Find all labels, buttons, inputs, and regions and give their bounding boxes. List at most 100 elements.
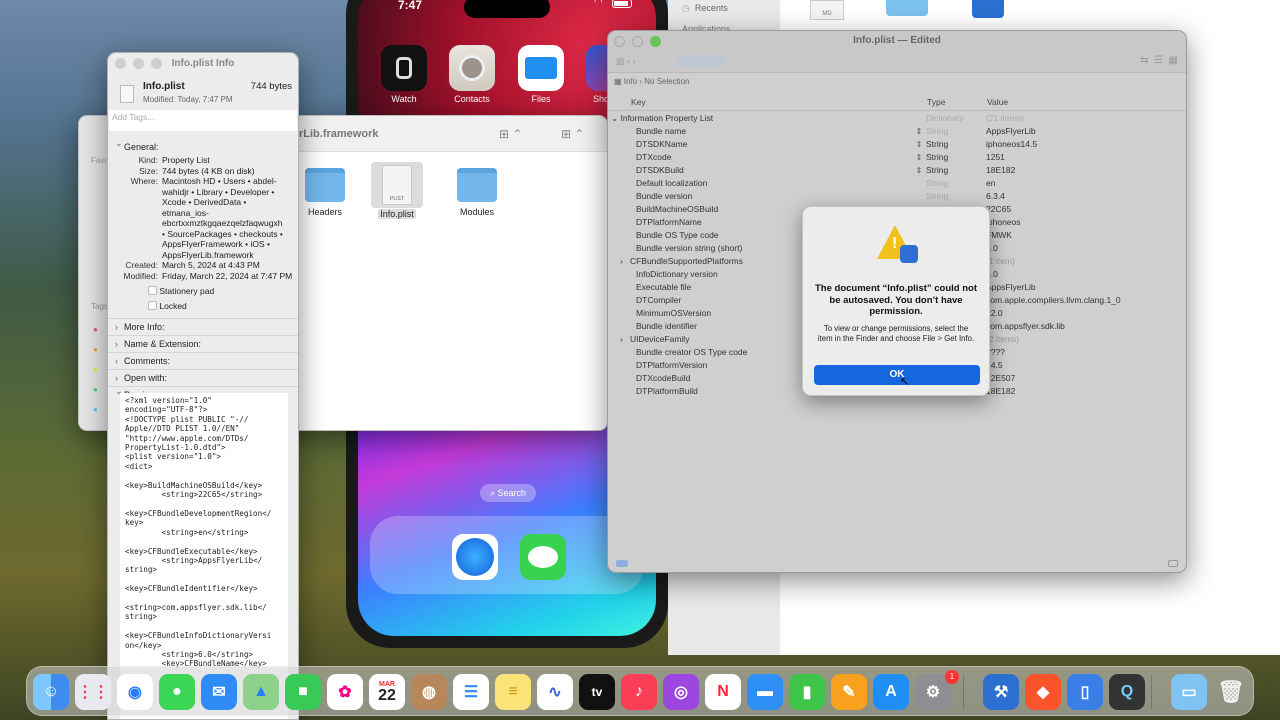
files-icon [518, 45, 564, 91]
watch-icon [381, 45, 427, 91]
stepper-icon[interactable]: ⇕ [912, 151, 926, 164]
facetime-icon[interactable]: ■ [285, 674, 321, 710]
section-comments[interactable]: Comments: [108, 352, 298, 369]
window-title: Info.plist Info [171, 58, 235, 69]
app-files[interactable]: Files [518, 45, 564, 104]
battery-icon [612, 0, 632, 8]
table-row[interactable]: Default localization String en [608, 177, 1186, 190]
music-icon[interactable]: ♪ [621, 674, 657, 710]
folder-icon [457, 168, 497, 202]
xcode-icon[interactable]: ⚒ [983, 674, 1019, 710]
tags-input[interactable]: Add Tags... [109, 110, 297, 131]
dock-divider [963, 675, 964, 709]
safari-icon[interactable]: ◉ [117, 674, 153, 710]
tag-dots: ● ● ● ● ● [93, 325, 98, 414]
news-icon[interactable]: N [705, 674, 741, 710]
table-row[interactable]: DTXcode ⇕ String 1251 [608, 151, 1186, 164]
collapsed-sections: More Info: Name & Extension: Comments: O… [108, 318, 298, 403]
phone-dock [370, 516, 644, 594]
safari-icon[interactable] [452, 534, 498, 580]
contacts-icon[interactable]: ◍ [411, 674, 447, 710]
notes-icon[interactable]: ≡ [495, 674, 531, 710]
pages-icon[interactable]: ✎ [831, 674, 867, 710]
section-name-extension[interactable]: Name & Extension: [108, 335, 298, 352]
plist-file-icon: PLIST [382, 165, 412, 205]
disclosure-icon[interactable]: › [620, 334, 628, 344]
table-row[interactable]: Bundle name ⇕ String AppsFlyerLib [608, 125, 1186, 138]
brave-icon[interactable]: ◆ [1025, 674, 1061, 710]
app-badge-icon [900, 245, 918, 263]
wifi-icon: ◠ [594, 0, 603, 8]
table-row[interactable]: Bundle version String 6.3.4 [608, 190, 1186, 203]
grid-icon: ▦ [614, 77, 622, 86]
alert-message: To view or change permissions, select th… [817, 324, 975, 343]
file-size: 744 bytes [250, 81, 292, 92]
tv-icon[interactable]: tv [579, 674, 615, 710]
podcasts-icon[interactable]: ◎ [663, 674, 699, 710]
reminders-icon[interactable]: ☰ [453, 674, 489, 710]
breadcrumb: ▦ Info › No Selection [614, 77, 690, 86]
autosave-alert[interactable]: ! The document “Info.plist” could not be… [802, 206, 990, 396]
table-row[interactable]: DTSDKName ⇕ String iphoneos14.5 [608, 138, 1186, 151]
section-more-info[interactable]: More Info: [108, 318, 298, 335]
dynamic-island [464, 0, 550, 18]
view-grid-icon[interactable]: ⊞ ⌃ [499, 127, 522, 141]
messages-icon[interactable] [520, 534, 566, 580]
maps-icon[interactable]: ▲ [243, 674, 279, 710]
section-open-with[interactable]: Open with: [108, 369, 298, 386]
get-info-window[interactable]: Info.plist Info Info.plist 744 bytes Mod… [107, 52, 299, 720]
photos-icon[interactable]: ✿ [327, 674, 363, 710]
disclosure-icon[interactable]: › [620, 256, 628, 266]
folder-icon [305, 168, 345, 202]
app-contacts[interactable]: Contacts [449, 45, 495, 104]
stepper-icon[interactable]: ⇕ [912, 138, 926, 151]
clock-icon: ◷ [682, 3, 690, 13]
downloads-folder-icon[interactable]: ▭ [1171, 674, 1207, 710]
search-icon: ⌕ [489, 488, 495, 498]
md-file-icon[interactable]: MD [810, 0, 844, 20]
numbers-icon[interactable]: ▮ [789, 674, 825, 710]
alert-title: The document “Info.plist” could not be a… [815, 283, 978, 317]
stepper-icon[interactable]: ⇕ [912, 164, 926, 177]
settings-badge: 1 [945, 670, 959, 684]
general-details: Kind: Property List Size: 744 bytes (4 KB … [123, 155, 293, 281]
app-store-icon[interactable]: A [873, 674, 909, 710]
tab-placeholder[interactable] [678, 55, 724, 67]
finder-item-headers[interactable]: Headers [297, 168, 353, 218]
dock: ☺ ⋮⋮ ◉ ● ✉ ▲ ■ ✿ MAR 22 ◍ ☰ ≡ ∿ tv ♪ ◎ N… [26, 666, 1254, 716]
status-bar-icon [616, 560, 628, 567]
finder-item-info-plist[interactable]: PLIST Info.plist [371, 162, 423, 220]
locked-checkbox[interactable]: Locked [148, 301, 187, 311]
section-general[interactable]: General: [108, 138, 298, 155]
stepper-icon[interactable]: ⇕ [912, 125, 926, 138]
finder-item-modules[interactable]: Modules [449, 168, 505, 218]
stationery-checkbox[interactable]: Stationery pad [148, 286, 214, 296]
mouse-pointer-icon: ↖ [900, 376, 910, 388]
launchpad-icon[interactable]: ⋮⋮ [75, 674, 111, 710]
quicktime-icon[interactable]: Q [1109, 674, 1145, 710]
calendar-icon[interactable]: MAR 22 [369, 674, 405, 710]
folder-icon[interactable] [886, 0, 928, 16]
table-row[interactable]: DTSDKBuild ⇕ String 18E182 [608, 164, 1186, 177]
window-title: Info.plist — Edited [853, 35, 941, 46]
table-row-root[interactable]: ⌄ Information Property List Dictionary (… [608, 112, 1186, 125]
dock-divider [1151, 675, 1152, 709]
sidebar-item-recents[interactable]: ◷ Recents [682, 3, 728, 14]
xcode-project-icon[interactable] [972, 0, 1004, 18]
sidebar-toggle-icon[interactable]: ▥ ‹ › [616, 56, 636, 67]
keynote-icon[interactable]: ▬ [747, 674, 783, 710]
search-pill[interactable]: ⌕ Search [480, 484, 536, 502]
editor-options-icon[interactable]: ⇆ ☰ ▦ [1140, 55, 1178, 66]
group-icon[interactable]: ⊞ ⌃ [561, 127, 584, 141]
resize-icon[interactable] [1168, 560, 1178, 567]
contacts-icon [449, 45, 495, 91]
freeform-icon[interactable]: ∿ [537, 674, 573, 710]
simulator-icon[interactable]: ▯ [1067, 674, 1103, 710]
modified-short: Modified: Today, 7:47 PM [143, 95, 233, 104]
ok-button[interactable]: OK [814, 365, 980, 385]
app-watch[interactable]: Watch [381, 45, 427, 104]
trash-icon[interactable]: 🗑 [1213, 674, 1249, 710]
finder-icon[interactable]: ☺ [33, 674, 69, 710]
mail-icon[interactable]: ✉ [201, 674, 237, 710]
messages-icon[interactable]: ● [159, 674, 195, 710]
